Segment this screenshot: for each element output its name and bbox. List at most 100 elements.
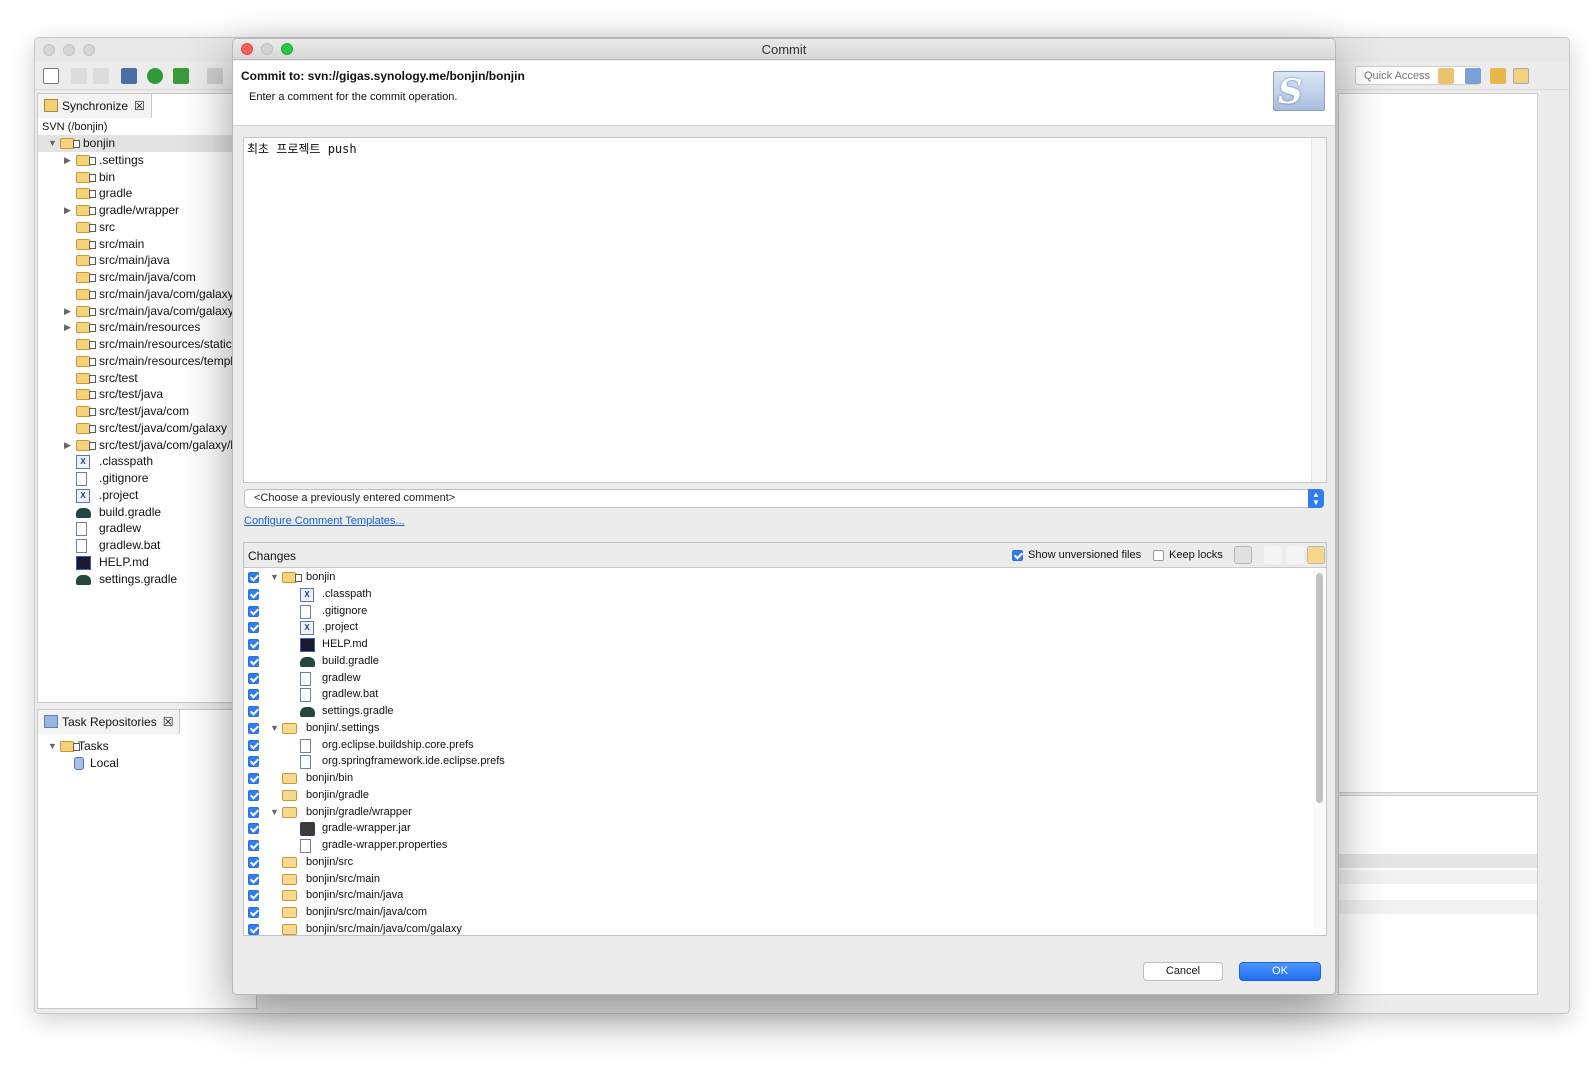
tree-item[interactable]: ▶ .settings — [38, 152, 258, 169]
open-perspective-icon[interactable] — [1438, 68, 1454, 84]
change-checkbox[interactable] — [248, 789, 259, 801]
change-row[interactable]: ▼ bonjin — [244, 569, 1312, 586]
change-checkbox[interactable] — [248, 722, 259, 734]
change-row[interactable]: X .classpath — [244, 586, 1312, 603]
cancel-button[interactable]: Cancel — [1143, 962, 1223, 981]
change-checkbox[interactable] — [248, 572, 259, 583]
change-checkbox[interactable] — [248, 706, 259, 717]
chevron-right-icon[interactable]: ▶ — [64, 319, 71, 336]
tree-item[interactable]: src/main — [38, 236, 258, 253]
chevron-right-icon[interactable]: ▶ — [64, 303, 71, 320]
close-window-button[interactable] — [241, 43, 253, 55]
configure-comment-templates-link[interactable]: Configure Comment Templates... — [244, 515, 405, 527]
minimize-window-button[interactable] — [261, 43, 273, 55]
change-row[interactable]: bonjin/src/main/java/com/galaxy — [244, 921, 1312, 935]
tree-item[interactable]: ▶ src/test/java/com/galaxy/bo — [38, 437, 258, 454]
new-file-icon[interactable] — [43, 68, 59, 84]
quick-access-input[interactable] — [1355, 66, 1480, 85]
tab-task-repositories[interactable]: Task Repositories ☒ — [38, 710, 181, 734]
change-checkbox[interactable] — [248, 840, 259, 851]
change-checkbox[interactable] — [248, 639, 259, 650]
change-checkbox[interactable] — [248, 689, 259, 701]
commit-comment-textarea[interactable] — [243, 137, 1327, 483]
change-checkbox[interactable] — [248, 672, 259, 684]
tree-item[interactable]: build.gradle — [38, 504, 258, 521]
tree-item[interactable]: src/main/resources/templa — [38, 353, 258, 370]
change-row[interactable]: bonjin/src/main/java/com — [244, 904, 1312, 921]
change-row[interactable]: bonjin/bin — [244, 770, 1312, 787]
change-checkbox[interactable] — [248, 588, 259, 600]
tree-item[interactable]: src/test/java/com — [38, 403, 258, 420]
tree-item[interactable]: src/test/java/com/galaxy — [38, 420, 258, 437]
keep-locks-checkbox[interactable] — [1153, 550, 1164, 561]
change-row[interactable]: HELP.md — [244, 636, 1312, 653]
tree-item[interactable]: src/test/java — [38, 386, 258, 403]
spring-boot-icon[interactable] — [147, 68, 163, 84]
flat-view-icon[interactable] — [1264, 546, 1282, 564]
change-checkbox[interactable] — [248, 856, 259, 868]
close-icon[interactable]: ☒ — [163, 715, 174, 729]
chevron-down-icon[interactable]: ▼ — [270, 804, 279, 821]
previous-comment-select[interactable]: <Choose a previously entered comment> ▲ ▼ — [244, 489, 1324, 508]
change-row[interactable]: gradle-wrapper.jar — [244, 820, 1312, 837]
change-row[interactable]: org.springframework.ide.eclipse.prefs — [244, 753, 1312, 770]
tree-item[interactable]: settings.gradle — [38, 571, 258, 588]
tree-view-icon[interactable] — [1286, 546, 1304, 564]
change-checkbox[interactable] — [248, 756, 259, 768]
tree-item[interactable]: ▶ src/main/resources — [38, 319, 258, 336]
stop-icon[interactable] — [207, 68, 223, 84]
change-checkbox[interactable] — [248, 806, 259, 818]
change-row[interactable]: gradle-wrapper.properties — [244, 837, 1312, 854]
tab-synchronize[interactable]: Synchronize ☒ — [38, 94, 152, 118]
change-checkbox[interactable] — [248, 739, 259, 751]
change-row[interactable]: bonjin/src/main/java — [244, 887, 1312, 904]
tree-item[interactable]: X .project — [38, 487, 258, 504]
change-row[interactable]: gradlew — [244, 670, 1312, 687]
change-row[interactable]: settings.gradle — [244, 703, 1312, 720]
change-row[interactable]: bonjin/src/main — [244, 871, 1312, 888]
change-checkbox[interactable] — [248, 655, 259, 667]
change-row[interactable]: build.gradle — [244, 653, 1312, 670]
change-row[interactable]: ▼ bonjin/.settings — [244, 720, 1312, 737]
chevron-right-icon[interactable]: ▶ — [64, 202, 71, 219]
svn-perspective-icon[interactable] — [1490, 68, 1506, 84]
open-console-icon[interactable] — [121, 68, 137, 84]
change-checkbox[interactable] — [248, 923, 259, 935]
chevron-down-icon[interactable]: ▼ — [270, 720, 279, 737]
chevron-down-icon[interactable]: ▼ — [48, 738, 57, 755]
change-row[interactable]: bonjin/src — [244, 854, 1312, 871]
tree-item[interactable]: src/main/java/com — [38, 269, 258, 286]
close-icon[interactable]: ☒ — [134, 99, 145, 113]
change-checkbox[interactable] — [248, 873, 259, 885]
run-icon[interactable] — [173, 68, 189, 84]
ide-close-button[interactable] — [43, 44, 55, 56]
tree-item[interactable]: gradlew — [38, 520, 258, 537]
change-row[interactable]: ▼ bonjin/gradle/wrapper — [244, 804, 1312, 821]
team-sync-perspective-icon[interactable] — [1513, 68, 1529, 84]
tree-item[interactable]: X .classpath — [38, 453, 258, 470]
changes-scrollbar-thumb[interactable] — [1316, 573, 1323, 803]
change-row[interactable]: org.eclipse.buildship.core.prefs — [244, 737, 1312, 754]
show-unversioned-checkbox[interactable] — [1012, 550, 1023, 561]
tree-item[interactable]: src/main/java — [38, 252, 258, 269]
ide-zoom-button[interactable] — [83, 44, 95, 56]
chevron-down-icon[interactable]: ▼ — [270, 569, 279, 586]
change-row[interactable]: .gitignore — [244, 603, 1312, 620]
ide-minimize-button[interactable] — [63, 44, 75, 56]
tree-item[interactable]: src/test — [38, 370, 258, 387]
save-icon[interactable] — [71, 68, 87, 84]
change-checkbox[interactable] — [248, 773, 259, 784]
compare-mode-icon[interactable] — [1234, 546, 1252, 564]
tree-item[interactable]: gradlew.bat — [38, 537, 258, 554]
ok-button[interactable]: OK — [1239, 962, 1321, 981]
tree-item[interactable]: ▶ src/main/java/com/galaxy/b — [38, 303, 258, 320]
compressed-folders-icon[interactable] — [1307, 546, 1325, 564]
change-checkbox[interactable] — [248, 622, 259, 634]
java-perspective-icon[interactable] — [1465, 68, 1481, 84]
tree-item[interactable]: bin — [38, 169, 258, 186]
change-row[interactable]: bonjin/gradle — [244, 787, 1312, 804]
change-checkbox[interactable] — [248, 890, 259, 902]
tree-item[interactable]: .gitignore — [38, 470, 258, 487]
change-row[interactable]: gradlew.bat — [244, 686, 1312, 703]
tree-item[interactable]: src/main/resources/static — [38, 336, 258, 353]
